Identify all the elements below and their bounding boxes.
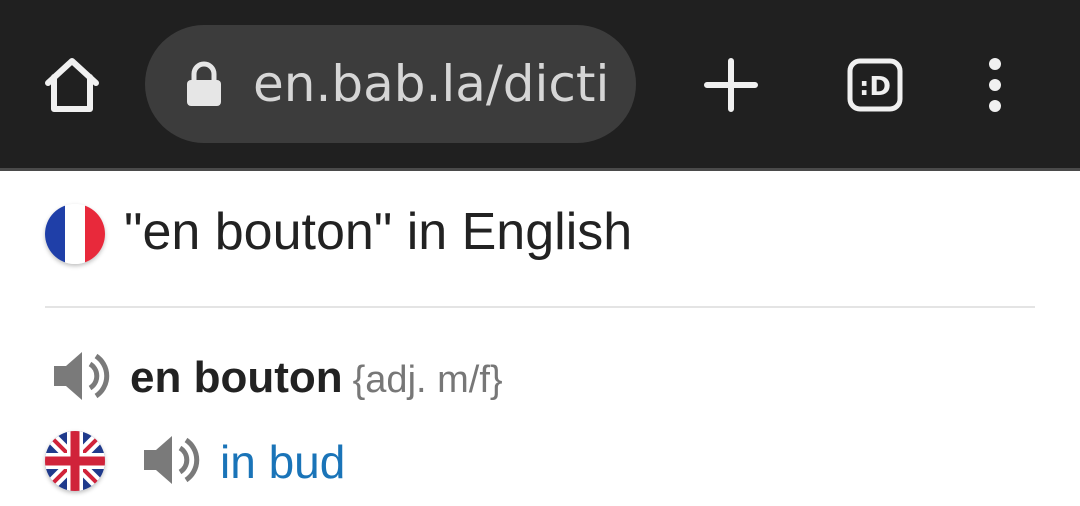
address-bar[interactable]: en.bab.la/dictionary/french-english/en-b… [145, 25, 636, 143]
more-vert-icon [989, 58, 1001, 112]
speaker-icon[interactable] [52, 350, 110, 402]
speaker-icon[interactable] [142, 434, 200, 486]
overflow-menu-button[interactable] [980, 56, 1010, 114]
page-title: "en bouton" in English [124, 203, 633, 261]
new-tab-button[interactable] [700, 57, 762, 113]
extension-badge: :D [859, 72, 891, 102]
flag-uk-icon [45, 431, 105, 491]
home-icon [45, 58, 99, 112]
home-button[interactable] [42, 55, 102, 115]
browser-toolbar: en.bab.la/dictionary/french-english/en-b… [0, 0, 1080, 168]
url-text[interactable]: en.bab.la/dictionary/french-english/en-b… [253, 51, 610, 117]
part-of-speech: {adj. m/f} [352, 359, 503, 401]
extension-button[interactable]: :D [845, 56, 905, 114]
headword: en bouton {adj. m/f} [130, 350, 503, 408]
lock-icon [185, 61, 223, 107]
plus-icon [704, 58, 758, 112]
headword-term: en bouton [130, 353, 343, 402]
extension-icon: :D [847, 58, 903, 112]
flag-france-icon [45, 204, 105, 264]
translation-link[interactable]: in bud [220, 434, 345, 490]
divider [45, 306, 1035, 308]
toolbar-divider [0, 168, 1080, 171]
